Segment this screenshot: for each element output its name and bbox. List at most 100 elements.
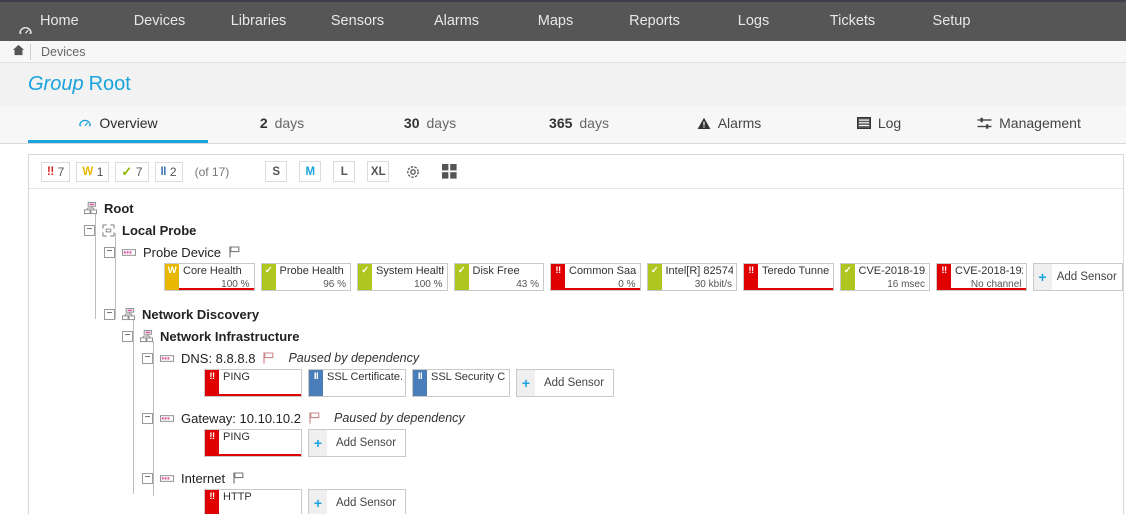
sensor-value: 100 % [414, 279, 443, 290]
tree-node-dns[interactable]: − DNS: 8.8.8.8 Paused by dependency [29, 347, 1123, 369]
tab-log[interactable]: Log [804, 106, 954, 143]
size-button-s[interactable]: S [265, 161, 288, 182]
size-button-l[interactable]: L [333, 161, 356, 182]
device-icon [160, 353, 174, 364]
tab-30-days-number: 30 [403, 115, 420, 131]
collapse-toggle[interactable]: − [104, 308, 115, 320]
sensor-tile[interactable]: !! Common SaaS... 0 % [550, 263, 641, 291]
group-icon [122, 307, 135, 321]
add-sensor-button[interactable]: + Add Sensor [1032, 263, 1123, 291]
sensor-tile[interactable]: ✓ Probe Health 96 % [260, 263, 351, 291]
add-sensor-button[interactable]: + Add Sensor [516, 369, 614, 397]
down-count-value: 7 [57, 164, 65, 179]
tab-alarms[interactable]: Alarms [654, 106, 804, 143]
size-button-xl[interactable]: XL [367, 161, 390, 182]
down-status-icon: !! [47, 165, 54, 178]
tab-management-label: Management [999, 115, 1081, 131]
status-count-warning[interactable]: W 1 [76, 161, 110, 182]
tab-30-days[interactable]: 30 days [356, 106, 504, 143]
collapse-toggle[interactable]: − [142, 352, 153, 364]
nav-item-home[interactable]: Home [14, 1, 110, 42]
size-button-m[interactable]: M [299, 161, 322, 182]
group-icon [140, 329, 153, 343]
tab-30-days-unit: days [426, 115, 457, 131]
sensor-tile[interactable]: ✓ CVE-2018-192... 16 msec [839, 263, 930, 291]
nav-item-maps[interactable]: Maps [506, 1, 605, 42]
nav-item-logs[interactable]: Logs [704, 1, 803, 42]
warning-status-icon: W [82, 165, 93, 178]
collapse-toggle[interactable]: − [104, 246, 115, 258]
tree-node-gateway[interactable]: − Gateway: 10.10.10.2 Paused by dependen… [29, 407, 1123, 429]
tab-2-days-number: 2 [259, 115, 268, 131]
nav-item-alarms[interactable]: Alarms [407, 1, 506, 42]
sensor-tile[interactable]: II SSL Certificate... [308, 369, 406, 397]
tree-node-root[interactable]: Root [29, 197, 1123, 219]
tree-node-network-discovery[interactable]: − Network Discovery [29, 303, 1123, 325]
tree-node-gateway-label: Gateway: 10.10.10.2 [181, 410, 301, 426]
nav-item-tickets[interactable]: Tickets [803, 1, 902, 42]
warning-count-value: 1 [96, 164, 104, 179]
status-count-down[interactable]: !! 7 [41, 161, 71, 182]
sensor-tile[interactable]: ✓ System Health 100 % [357, 263, 448, 291]
grid-icon[interactable] [437, 161, 461, 183]
nav-home-label: Home [40, 13, 79, 29]
log-icon [856, 117, 871, 129]
tree-node-probe-device[interactable]: − Probe Device [29, 241, 1123, 263]
breadcrumb-item-devices[interactable]: Devices [41, 45, 85, 59]
tree-node-probe-device-label: Probe Device [143, 244, 222, 260]
sensor-tile[interactable]: !! Teredo Tunneli... [743, 263, 834, 291]
nav-item-devices[interactable]: Devices [110, 1, 209, 42]
nav-item-reports[interactable]: Reports [605, 1, 704, 42]
sensor-tile[interactable]: ✓ Intel[R] 82574L... 30 kbit/s [646, 263, 737, 291]
sensor-tile[interactable]: !! CVE-2018-192... No channel [936, 263, 1027, 291]
tab-365-days[interactable]: 365 days [504, 106, 654, 143]
collapse-toggle[interactable]: − [122, 330, 133, 342]
sensor-tile[interactable]: !! PING [204, 369, 302, 397]
flag-icon[interactable] [233, 472, 244, 484]
add-sensor-label: Add Sensor [335, 437, 397, 449]
page-title-name: Root [88, 73, 131, 95]
up-count-value: 7 [135, 164, 143, 179]
status-count-up[interactable]: ✓ 7 [115, 161, 149, 182]
nav-item-setup[interactable]: Setup [902, 1, 1001, 42]
add-sensor-button[interactable]: + Add Sensor [308, 489, 406, 514]
tab-management[interactable]: Management [954, 106, 1104, 143]
sensor-status-down-icon: !! [205, 490, 219, 514]
gauge-icon [78, 116, 92, 130]
flag-icon[interactable] [309, 412, 320, 424]
collapse-toggle[interactable]: − [142, 412, 153, 424]
sensor-status-down-icon: !! [551, 264, 565, 290]
sensor-tile[interactable]: !! HTTP [204, 489, 302, 514]
tree-node-internet-label: Internet [181, 470, 226, 486]
tree-node-network-infrastructure[interactable]: − Network Infrastructure [29, 325, 1123, 347]
flag-icon[interactable] [263, 352, 274, 364]
sensor-tile-row: !! HTTP + Add Sensor [29, 489, 1123, 514]
device-tree: Root − Local Probe − Probe Device W Core… [29, 189, 1123, 514]
tab-2-days[interactable]: 2 days [208, 106, 356, 143]
sensor-name: Probe Health [279, 265, 344, 277]
status-count-paused[interactable]: II 2 [154, 161, 183, 182]
page-title: Group Root [28, 73, 131, 96]
collapse-toggle[interactable]: − [84, 224, 95, 236]
flag-icon[interactable] [229, 246, 240, 258]
page-title-bar: Group Root [0, 63, 1126, 106]
collapse-toggle[interactable]: − [142, 472, 153, 484]
sensor-status-up-icon: ✓ [454, 264, 469, 290]
tab-log-label: Log [877, 115, 902, 131]
tab-overview[interactable]: Overview [28, 106, 208, 143]
paused-status-icon: II [160, 165, 167, 178]
nav-item-sensors[interactable]: Sensors [308, 1, 407, 42]
tree-node-local-probe[interactable]: − Local Probe [29, 219, 1123, 241]
sensor-tile[interactable]: ✓ Disk Free 43 % [453, 263, 544, 291]
up-status-icon: ✓ [121, 163, 132, 179]
add-sensor-button[interactable]: + Add Sensor [308, 429, 406, 457]
sensor-tile[interactable]: !! PING [204, 429, 302, 457]
sensor-tile[interactable]: W Core Health 100 % [164, 263, 255, 291]
gear-icon[interactable] [401, 161, 425, 183]
sensor-name: Common SaaS... [569, 265, 637, 277]
nav-item-libraries[interactable]: Libraries [209, 1, 308, 42]
home-icon[interactable] [8, 44, 28, 59]
sensor-tile[interactable]: II SSL Security C... [412, 369, 510, 397]
device-icon [160, 473, 174, 484]
tree-node-internet[interactable]: − Internet [29, 467, 1123, 489]
